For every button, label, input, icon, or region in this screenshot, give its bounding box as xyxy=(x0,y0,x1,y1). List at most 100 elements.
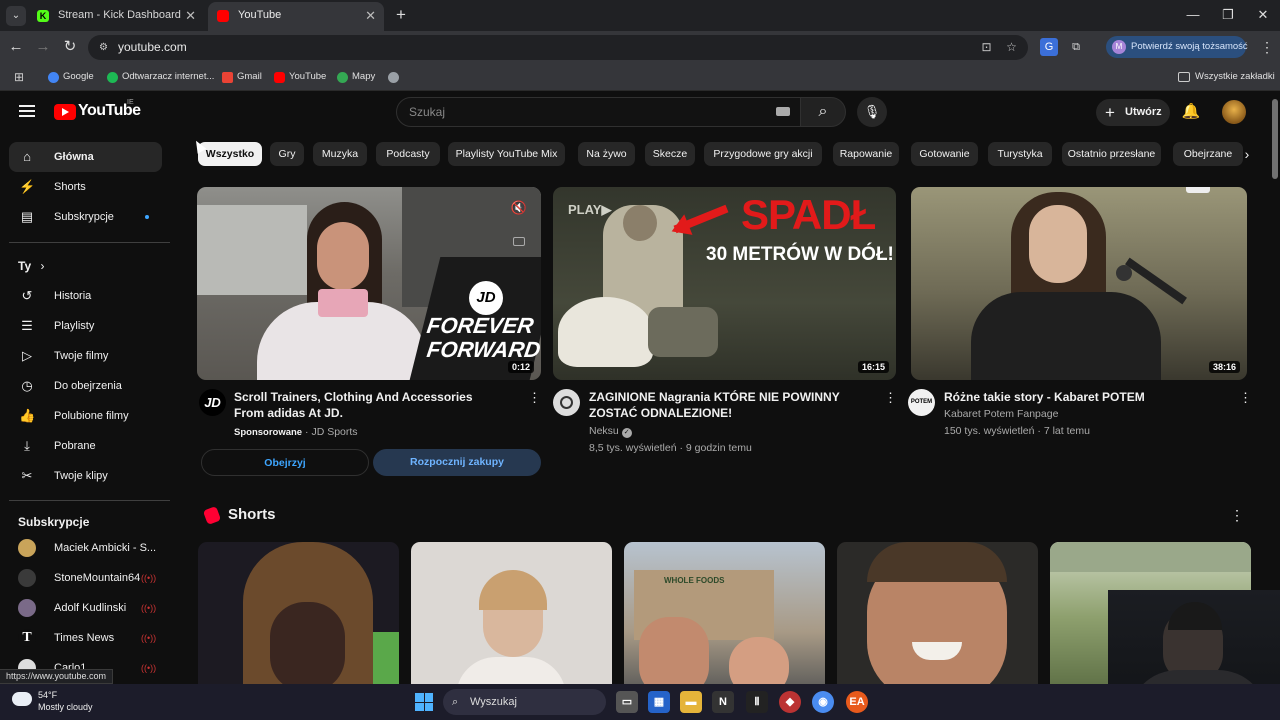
back-arrow-icon[interactable]: ← xyxy=(6,37,26,57)
apps-grid-icon[interactable]: ⊞ xyxy=(12,70,26,84)
chip-recently-uploaded[interactable]: Ostatnio przesłane xyxy=(1062,142,1161,166)
notifications-bell-icon[interactable]: 🔔 xyxy=(1180,101,1202,123)
task-view-icon[interactable]: ▭ xyxy=(616,691,638,713)
chip-cooking[interactable]: Gotowanie xyxy=(911,142,978,166)
muted-speaker-icon[interactable]: 🔇 xyxy=(511,200,527,216)
sidebar-item-home[interactable]: ⌂ Główna xyxy=(9,142,162,172)
bookmark-spotify[interactable]: Odtwarzacz internet... xyxy=(107,68,214,86)
video-title[interactable]: Różne takie story - Kabaret POTEM xyxy=(944,389,1234,405)
short-thumbnail[interactable] xyxy=(411,542,612,692)
video-title[interactable]: Scroll Trainers, Clothing And Accessorie… xyxy=(234,389,504,421)
chip-live[interactable]: Na żywo xyxy=(578,142,635,166)
address-bar[interactable]: ⚙ youtube.com ⊡ ☆ xyxy=(88,35,1028,60)
sidebar-item-playlists[interactable]: ☰ Playlisty xyxy=(9,311,162,341)
sidebar-item-downloads[interactable]: ⤓ Pobrane xyxy=(9,431,162,461)
browser-menu-icon[interactable]: ⋮ xyxy=(1260,38,1274,56)
verify-identity-button[interactable]: M Potwierdź swoją tożsamość xyxy=(1106,36,1248,58)
short-thumbnail[interactable] xyxy=(198,542,399,692)
short-thumbnail[interactable] xyxy=(837,542,1038,692)
chip-action-adventure[interactable]: Przygodowe gry akcji xyxy=(704,142,822,166)
all-bookmarks[interactable]: Wszystkie zakładki xyxy=(1178,68,1275,86)
install-app-icon[interactable]: ⊡ xyxy=(978,39,995,56)
bookmark-google[interactable]: Google xyxy=(48,68,94,86)
restore-icon[interactable]: ❐ xyxy=(1215,4,1241,26)
bookmark-gmail[interactable]: Gmail xyxy=(222,68,262,86)
sidebar-item-shorts[interactable]: ⚡ Shorts xyxy=(9,172,162,202)
channel-avatar[interactable] xyxy=(553,389,580,416)
chips-next-chevron-icon[interactable]: › xyxy=(1236,142,1258,166)
extensions-puzzle-icon[interactable]: ⧉ xyxy=(1067,38,1085,56)
subscription-item[interactable]: T Times News ((•)) xyxy=(9,623,162,653)
tab-kick-dashboard[interactable]: K Stream - Kick Dashboard ✕ xyxy=(28,2,204,31)
file-explorer-icon[interactable]: ▬ xyxy=(680,691,702,713)
video-more-options-icon[interactable]: ⋮ xyxy=(884,389,897,407)
chrome-icon[interactable]: ◉ xyxy=(812,691,834,713)
video-thumbnail[interactable]: 38:16 xyxy=(911,187,1247,380)
channel-avatar[interactable]: JD xyxy=(199,389,226,416)
video-channel[interactable]: Kabaret Potem Fanpage xyxy=(944,408,1058,420)
sidebar-item-your-videos[interactable]: ▷ Twoje filmy xyxy=(9,341,162,371)
chip-games[interactable]: Gry xyxy=(270,142,304,166)
chip-rap[interactable]: Rapowanie xyxy=(833,142,899,166)
voice-search-mic-icon[interactable]: 🎙 xyxy=(857,97,887,127)
video-more-options-icon[interactable]: ⋮ xyxy=(528,389,541,407)
shop-button[interactable]: Rozpocznij zakupy xyxy=(373,449,541,476)
hamburger-menu-icon[interactable] xyxy=(17,102,37,122)
subscription-item[interactable]: StoneMountain64 ((•)) xyxy=(9,563,162,593)
new-tab-plus-icon[interactable]: + xyxy=(391,5,411,25)
search-input[interactable]: Szukaj xyxy=(409,98,445,126)
scrollbar-thumb[interactable] xyxy=(1272,99,1278,179)
ea-app-icon[interactable]: EA xyxy=(846,691,868,713)
sidebar-item-history[interactable]: ↺ Historia xyxy=(9,281,162,311)
chip-podcasts[interactable]: Podcasty xyxy=(376,142,440,166)
tab-search-chevron-icon[interactable]: ⌄ xyxy=(6,6,26,26)
video-more-options-icon[interactable]: ⋮ xyxy=(1239,389,1252,407)
video-thumbnail[interactable]: PLAY▶ SPADŁ 30 METRÓW W DÓŁ! 16:15 xyxy=(553,187,896,380)
chip-sketches[interactable]: Skecze xyxy=(645,142,695,166)
sidebar-item-clips[interactable]: ✂ Twoje klipy xyxy=(9,461,162,491)
windows-start-icon[interactable] xyxy=(415,693,433,711)
bookmark-youtube[interactable]: YouTube xyxy=(274,68,326,86)
site-settings-icon[interactable]: ⚙ xyxy=(96,40,111,55)
game-app-icon[interactable]: ◆ xyxy=(779,691,801,713)
bookmark-globe[interactable] xyxy=(388,68,403,86)
watch-button[interactable]: Obejrzyj xyxy=(201,449,369,476)
chip-all[interactable]: Wszystko xyxy=(198,142,262,166)
bookmark-maps[interactable]: Mapy xyxy=(337,68,375,86)
video-title[interactable]: ZAGINIONE Nagrania KTÓRE NIE POWINNY ZOS… xyxy=(589,389,879,421)
search-box[interactable]: Szukaj xyxy=(396,97,801,127)
tab-youtube[interactable]: YouTube ✕ xyxy=(208,2,384,31)
taskbar-search[interactable]: ⌕ Wyszukaj xyxy=(443,689,606,715)
close-tab-icon[interactable]: ✕ xyxy=(185,2,196,29)
minimize-icon[interactable]: — xyxy=(1180,4,1206,26)
close-window-icon[interactable]: ✕ xyxy=(1250,4,1276,26)
subscription-item[interactable]: Maciek Ambicki - S... xyxy=(9,533,162,563)
video-channel[interactable]: JD Sports xyxy=(311,426,357,438)
chip-watched[interactable]: Obejrzane xyxy=(1173,142,1243,166)
video-channel[interactable]: Neksu xyxy=(589,425,619,437)
chip-hiking[interactable]: Turystyka xyxy=(988,142,1052,166)
shorts-more-options-icon[interactable]: ⋮ xyxy=(1230,505,1244,525)
chip-music[interactable]: Muzyka xyxy=(313,142,367,166)
subscription-item[interactable]: Adolf Kudlinski ((•)) xyxy=(9,593,162,623)
kick-app-icon[interactable]: Ⅱ xyxy=(746,691,768,713)
video-thumbnail[interactable]: JD FOREVER FORWARD 🔇 0:12 xyxy=(197,187,541,380)
chip-youtube-mix[interactable]: Playlisty YouTube Mix xyxy=(448,142,565,166)
forward-arrow-icon[interactable]: → xyxy=(33,37,53,57)
short-thumbnail[interactable]: WHOLE FOODS xyxy=(624,542,825,692)
url-text[interactable]: youtube.com xyxy=(118,35,187,60)
translate-extension-icon[interactable]: G xyxy=(1040,38,1058,56)
close-tab-icon[interactable]: ✕ xyxy=(365,2,376,29)
reload-icon[interactable]: ↻ xyxy=(60,37,80,57)
weather-widget[interactable]: 54°F Mostly cloudy xyxy=(12,688,93,713)
bookmark-star-icon[interactable]: ☆ xyxy=(1003,39,1020,56)
store-icon[interactable]: ▦ xyxy=(648,691,670,713)
captions-icon[interactable] xyxy=(513,237,525,246)
you-section-heading[interactable]: Ty › xyxy=(18,259,44,273)
notion-icon[interactable]: N xyxy=(712,691,734,713)
sidebar-item-subscriptions[interactable]: ▤ Subskrypcje xyxy=(9,202,162,232)
channel-avatar[interactable]: POTEM xyxy=(908,389,935,416)
create-button[interactable]: + Utwórz xyxy=(1096,99,1170,126)
account-avatar[interactable] xyxy=(1222,100,1246,124)
sidebar-item-liked-videos[interactable]: 👍 Polubione filmy xyxy=(9,401,162,431)
